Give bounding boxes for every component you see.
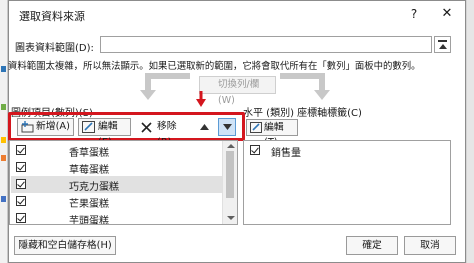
list-item[interactable]: 香草蛋糕 — [11, 142, 224, 159]
series-name: 香草蛋糕 — [69, 148, 109, 159]
series-marker — [1, 155, 6, 161]
add-series-button[interactable]: 新增(A) — [17, 118, 74, 136]
series-marker — [1, 104, 6, 110]
dialog-titlebar: 選取資料來源 ? ✕ — [9, 1, 465, 27]
series-checkbox[interactable] — [16, 213, 26, 223]
list-item[interactable]: 草莓蛋糕 — [11, 159, 224, 176]
axis-labels-list[interactable]: 銷售量 — [243, 140, 451, 225]
collapse-dialog-button[interactable] — [434, 36, 451, 53]
remove-icon — [141, 122, 152, 133]
scroll-up-icon[interactable] — [227, 144, 235, 148]
series-marker — [1, 196, 6, 202]
upload-arrow-icon — [439, 44, 447, 49]
switch-row-column-button[interactable]: 切換列/欄(W) — [199, 76, 276, 106]
series-name: 芋頭蛋糕 — [69, 216, 109, 225]
chart-data-range-input[interactable] — [100, 36, 432, 53]
help-button[interactable]: ? — [402, 5, 426, 23]
series-marker — [1, 66, 6, 72]
series-checkbox[interactable] — [16, 145, 26, 155]
series-checkbox[interactable] — [16, 179, 26, 189]
add-icon — [21, 121, 34, 133]
axis-label-name: 銷售量 — [271, 148, 301, 159]
axis-label-checkbox[interactable] — [250, 145, 260, 155]
cancel-button[interactable]: 取消 — [404, 236, 456, 255]
series-name: 芒果蛋糕 — [69, 199, 109, 210]
list-item-selected[interactable]: 巧克力蛋糕 — [11, 176, 224, 193]
hidden-empty-cells-button[interactable]: 隱藏和空白儲存格(H) — [14, 236, 116, 255]
ok-button[interactable]: 確定 — [346, 236, 398, 255]
edit-icon — [250, 122, 262, 133]
scroll-thumb[interactable] — [226, 151, 234, 198]
axis-labels-label: 水平 (類別) 座標軸標籤(C) — [243, 108, 362, 119]
series-name: 草莓蛋糕 — [69, 165, 109, 176]
series-name: 巧克力蛋糕 — [69, 182, 119, 193]
series-marker — [1, 137, 6, 143]
collapse-icon — [438, 40, 447, 42]
list-item[interactable]: 銷售量 — [245, 142, 445, 159]
row-header-strip — [0, 0, 8, 263]
scroll-down-icon[interactable] — [227, 216, 235, 220]
legend-series-list[interactable]: 香草蛋糕 草莓蛋糕 巧克力蛋糕 芒果蛋糕 芋頭蛋糕 — [9, 140, 238, 225]
red-down-arrow-icon — [196, 91, 206, 107]
chart-data-range-label: 圖表資料範圍(D): — [15, 43, 94, 54]
edit-axis-labels-button[interactable]: 編輯(T) — [246, 119, 298, 148]
move-down-button[interactable] — [218, 118, 236, 136]
legend-list-scrollbar[interactable] — [222, 141, 237, 224]
list-item[interactable]: 芒果蛋糕 — [11, 193, 224, 210]
remove-series-button[interactable]: 移除(R) — [135, 118, 190, 148]
close-button[interactable]: ✕ — [435, 5, 459, 23]
series-checkbox[interactable] — [16, 162, 26, 172]
move-up-button[interactable] — [196, 118, 212, 136]
add-label: 新增(A) — [36, 121, 70, 132]
dialog-title: 選取資料來源 — [19, 10, 85, 23]
grid-line — [466, 0, 467, 263]
edit-icon — [82, 121, 95, 133]
list-item[interactable]: 芋頭蛋糕 — [11, 210, 224, 225]
series-checkbox[interactable] — [16, 196, 26, 206]
edit-series-button[interactable]: 編輯(E) — [78, 118, 131, 148]
triangle-up-icon — [200, 124, 209, 130]
triangle-down-icon — [223, 124, 232, 130]
